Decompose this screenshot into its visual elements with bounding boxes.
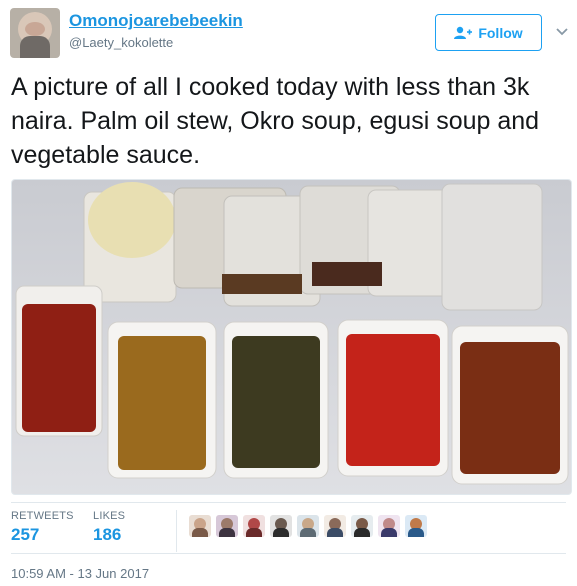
liker-avatar[interactable] bbox=[189, 515, 211, 537]
liker-avatar[interactable] bbox=[297, 515, 319, 537]
stats-bottom-divider bbox=[11, 553, 566, 554]
stats-vertical-divider bbox=[176, 510, 177, 552]
follow-person-plus-icon bbox=[454, 26, 473, 39]
liker-avatar[interactable] bbox=[378, 515, 400, 537]
likes-label: LIKES bbox=[93, 510, 126, 522]
likes-count: 186 bbox=[93, 525, 122, 544]
liker-avatar[interactable] bbox=[216, 515, 238, 537]
tweet-text: A picture of all I cooked today with les… bbox=[11, 73, 540, 169]
user-handle[interactable]: @Laety_kokolette bbox=[69, 35, 173, 50]
liker-avatar[interactable] bbox=[270, 515, 292, 537]
follow-button-label: Follow bbox=[478, 24, 523, 41]
liker-avatar[interactable] bbox=[351, 515, 373, 537]
retweets-stat[interactable]: RETWEETS 257 bbox=[11, 510, 74, 545]
liker-avatar[interactable] bbox=[324, 515, 346, 537]
tweet-photo-food-containers[interactable] bbox=[11, 179, 572, 495]
food-photo-illustration bbox=[12, 180, 571, 494]
tweet-stats: RETWEETS 257 LIKES 186 bbox=[11, 510, 566, 552]
tweet-header: Omonojoarebebeekin @Laety_kokolette Foll… bbox=[10, 8, 570, 60]
likes-stat[interactable]: LIKES 186 bbox=[93, 510, 125, 545]
user-display-name[interactable]: Omonojoarebebeekin bbox=[69, 11, 243, 31]
user-avatar[interactable] bbox=[10, 8, 60, 58]
chevron-down-icon[interactable] bbox=[555, 24, 569, 38]
stats-top-divider bbox=[11, 502, 566, 503]
liker-avatar[interactable] bbox=[405, 515, 427, 537]
retweets-count: 257 bbox=[11, 525, 40, 544]
follow-button[interactable]: Follow bbox=[435, 14, 542, 51]
liker-avatar[interactable] bbox=[243, 515, 265, 537]
tweet-timestamp[interactable]: 10:59 AM - 13 Jun 2017 bbox=[11, 566, 149, 581]
retweets-label: RETWEETS bbox=[11, 510, 74, 522]
likers-avatars bbox=[189, 515, 427, 537]
